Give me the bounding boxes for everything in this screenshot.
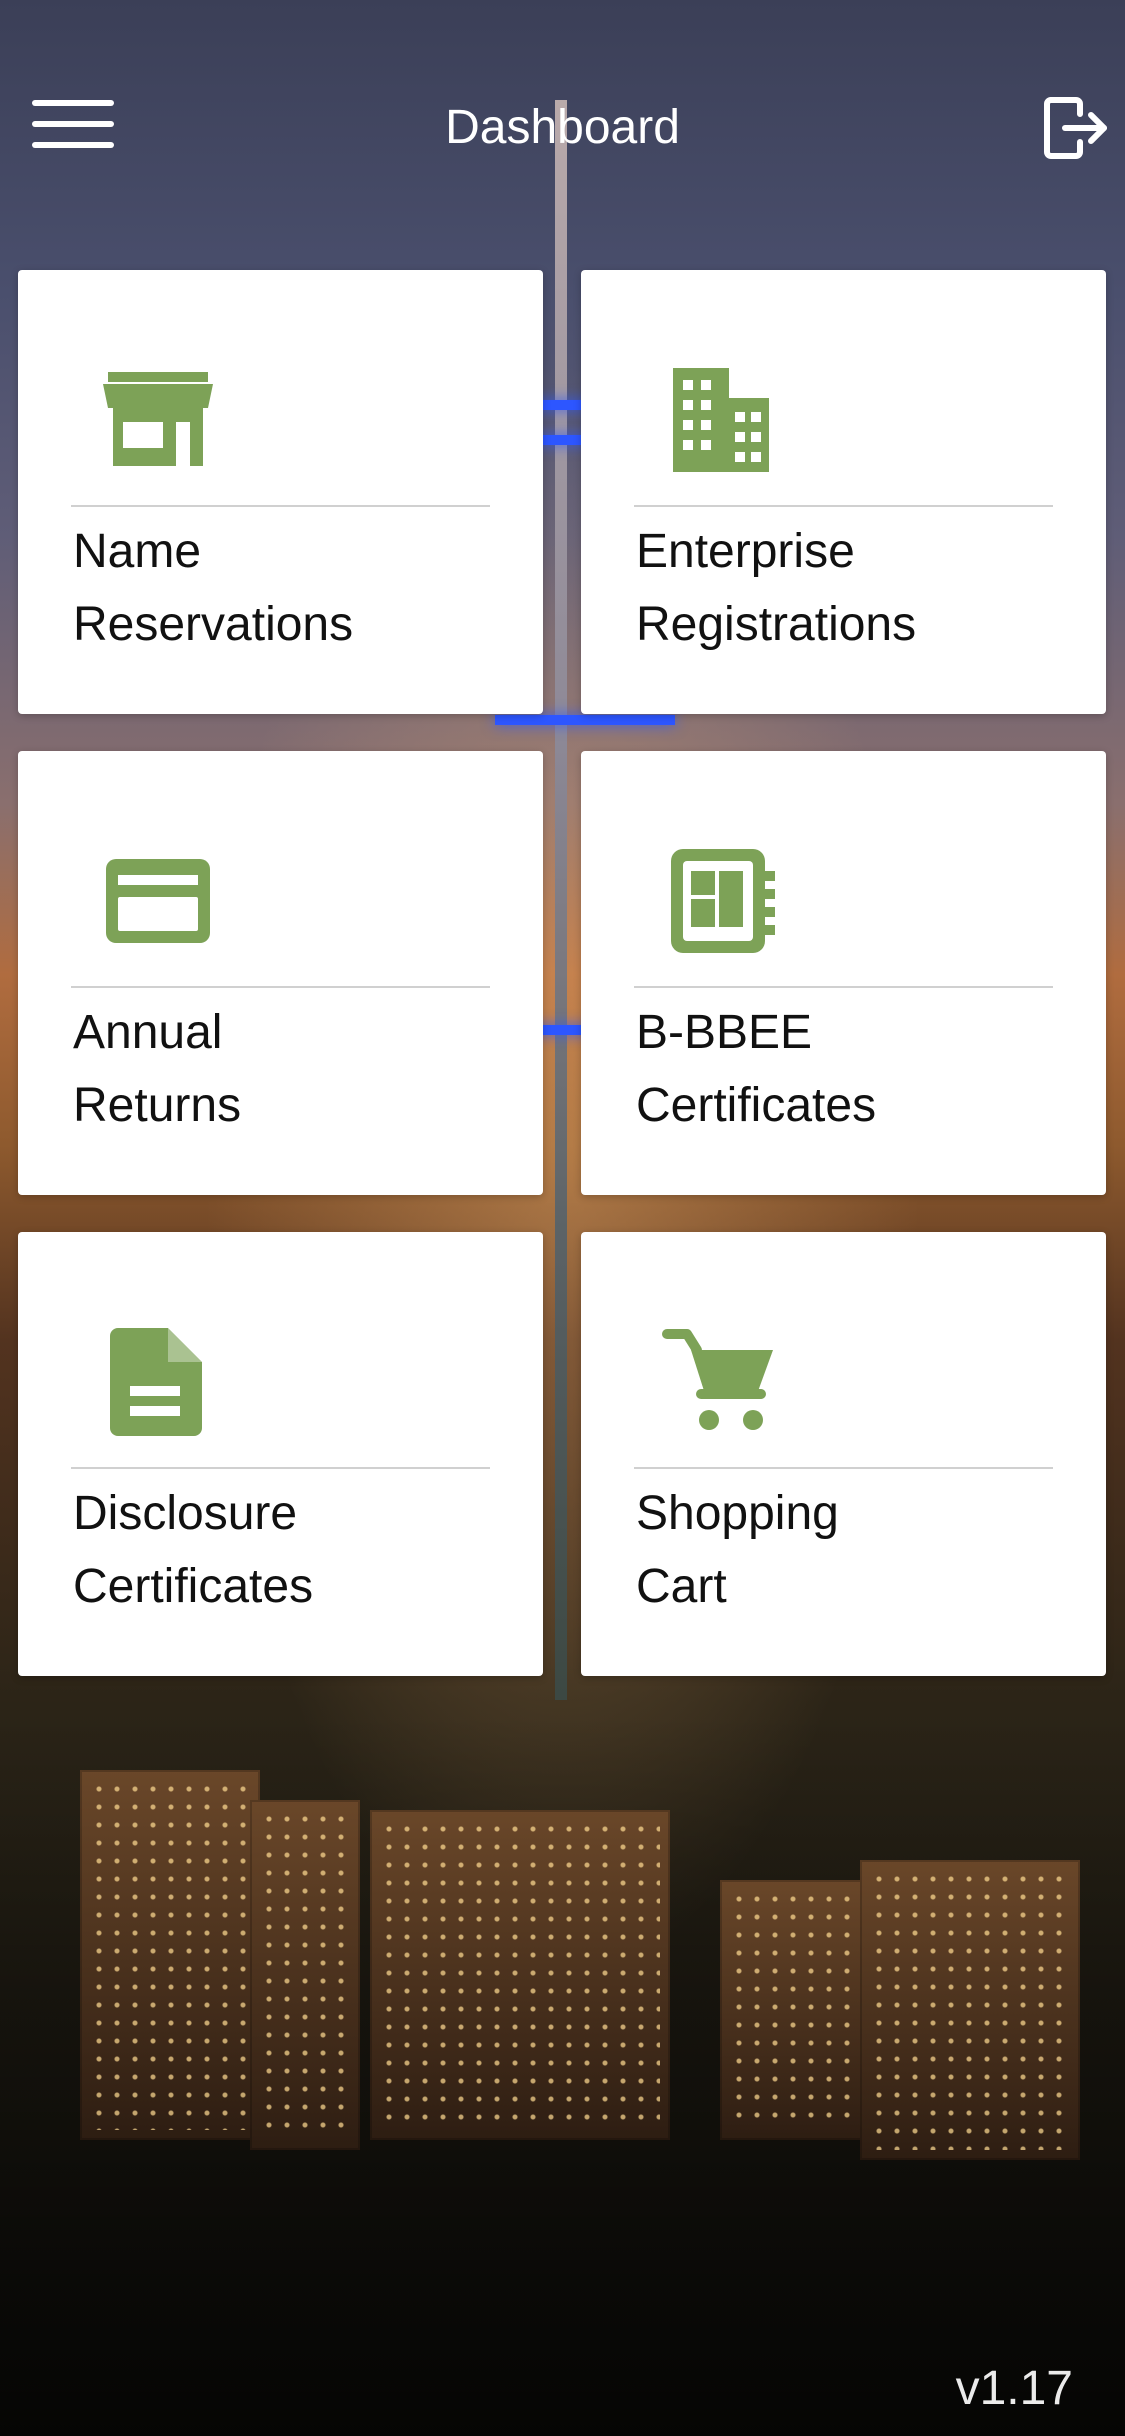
card-label-line1: B-BBEE [636, 1006, 813, 1059]
card-divider [71, 986, 490, 988]
shopping-cart-icon [661, 1322, 781, 1442]
card-label-line1: Enterprise [636, 525, 855, 578]
building [370, 1810, 670, 2140]
credit-card-icon [98, 841, 218, 961]
logout-icon [1044, 97, 1107, 159]
card-label: Disclosure Certificates [73, 1477, 513, 1623]
card-divider [71, 505, 490, 507]
card-label-line2: Certificates [636, 1079, 877, 1132]
card-label-line2: Registrations [636, 598, 917, 651]
dashboard-grid: Name Reservations Enterprise Registratio… [18, 270, 1106, 1676]
card-label-line2: Reservations [73, 598, 354, 651]
card-label: Name Reservations [73, 515, 513, 661]
card-label: Shopping Cart [636, 1477, 1076, 1623]
card-label: Enterprise Registrations [636, 515, 1076, 661]
building [250, 1800, 360, 2150]
card-divider [634, 505, 1053, 507]
card-label-line1: Annual [73, 1006, 223, 1059]
card-annual-returns[interactable]: Annual Returns [18, 751, 543, 1195]
logout-button[interactable] [1037, 90, 1113, 166]
card-bbbee-certificates[interactable]: B-BBEE Certificates [581, 751, 1106, 1195]
card-label-line2: Cart [636, 1560, 727, 1613]
card-name-reservations[interactable]: Name Reservations [18, 270, 543, 714]
app-header: Dashboard [0, 0, 1125, 260]
building [860, 1860, 1080, 2160]
card-divider [71, 1467, 490, 1469]
card-label-line1: Shopping [636, 1487, 839, 1540]
card-divider [634, 986, 1053, 988]
certificate-icon [661, 841, 781, 961]
storefront-icon [98, 360, 218, 480]
card-label-line2: Certificates [73, 1560, 314, 1613]
building [80, 1770, 260, 2140]
card-divider [634, 1467, 1053, 1469]
app-version: v1.17 [955, 2362, 1073, 2415]
card-disclosure-certificates[interactable]: Disclosure Certificates [18, 1232, 543, 1676]
card-label: B-BBEE Certificates [636, 996, 1076, 1142]
building [720, 1880, 870, 2140]
building-icon [661, 360, 781, 480]
card-label: Annual Returns [73, 996, 513, 1142]
card-shopping-cart[interactable]: Shopping Cart [581, 1232, 1106, 1676]
card-label-line1: Disclosure [73, 1487, 298, 1540]
document-icon [98, 1322, 218, 1442]
page-title: Dashboard [445, 101, 680, 154]
card-enterprise-registrations[interactable]: Enterprise Registrations [581, 270, 1106, 714]
card-label-line2: Returns [73, 1079, 242, 1132]
card-label-line1: Name [73, 525, 202, 578]
